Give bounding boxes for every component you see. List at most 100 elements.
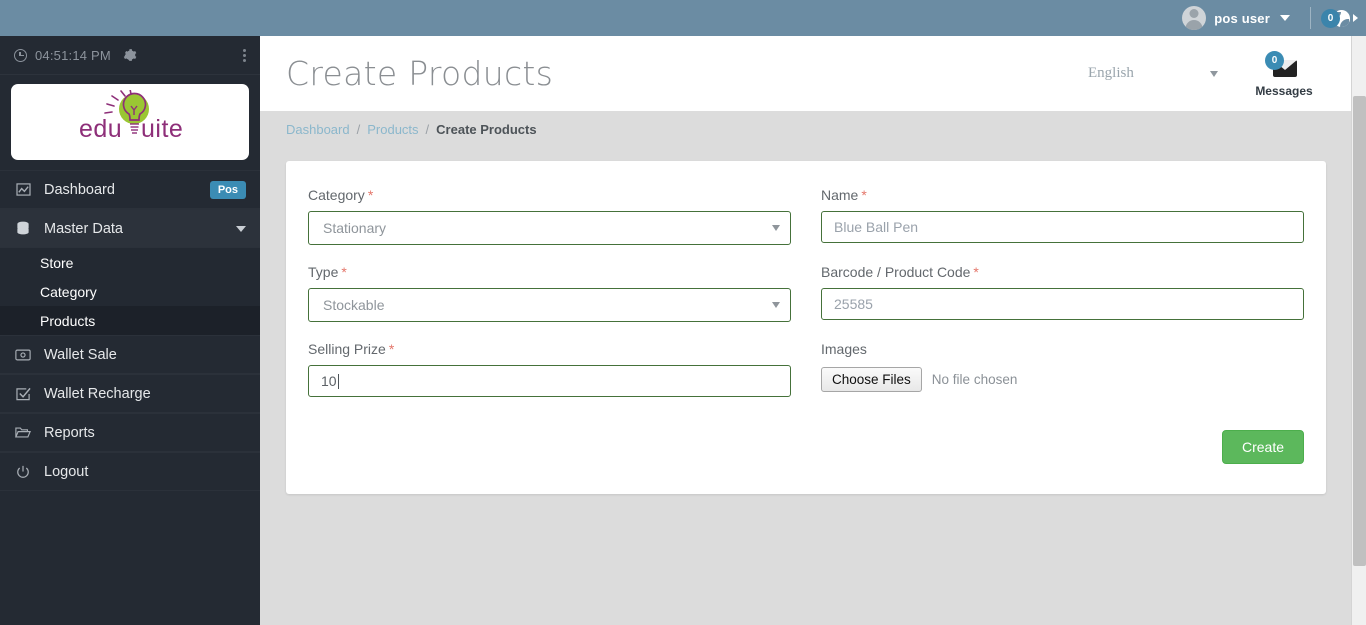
sidebar-item-label: Logout: [44, 463, 89, 480]
sidebar-subitem-store[interactable]: Store: [0, 248, 260, 277]
category-select[interactable]: Stationary: [308, 211, 791, 245]
user-menu[interactable]: pos user: [1176, 0, 1300, 36]
wallet-icon: [14, 349, 32, 361]
field-name: Name *: [821, 187, 1304, 245]
power-icon: [14, 465, 32, 479]
sidebar-subitem-label: Category: [40, 283, 97, 300]
sidebar-item-label: Dashboard: [44, 181, 115, 198]
caret-down-icon: [1210, 70, 1218, 77]
field-barcode: Barcode / Product Code *: [821, 264, 1304, 322]
caret-down-icon: [772, 225, 780, 231]
sidebar-item-label: Master Data: [44, 220, 123, 237]
sidebar-item-wallet-sale[interactable]: Wallet Sale: [0, 335, 260, 374]
gear-icon[interactable]: [123, 48, 137, 62]
sidebar-item-wallet-recharge[interactable]: Wallet Recharge: [0, 374, 260, 413]
svg-text:uite: uite: [141, 115, 183, 143]
page-header: Create Products English 0 Messages: [260, 36, 1358, 111]
logo-graphic: edu uite: [55, 88, 205, 154]
create-button[interactable]: Create: [1221, 430, 1304, 464]
globe-notifications[interactable]: 0: [1321, 8, 1366, 28]
type-value: Stockable: [323, 297, 385, 313]
breadcrumb-item-current: Create Products: [436, 121, 537, 137]
vertical-dots-icon[interactable]: [242, 48, 246, 62]
barcode-label: Barcode / Product Code *: [821, 264, 1304, 280]
check-square-icon: [14, 387, 32, 401]
sidebar-item-label: Reports: [44, 424, 95, 441]
chevron-down-icon[interactable]: [236, 225, 246, 232]
choose-files-button[interactable]: Choose Files: [821, 367, 922, 392]
text-cursor: [337, 373, 339, 389]
chevron-right-icon: [1353, 14, 1358, 22]
name-input[interactable]: [821, 211, 1304, 243]
globe-badge-count: 0: [1321, 8, 1340, 28]
divider: [1310, 7, 1311, 29]
sidebar-subitem-label: Products: [40, 312, 96, 329]
sidebar: 04:51:14 PM edu uite Dashboard Pos Maste…: [0, 36, 260, 625]
sidebar-subitem-category[interactable]: Category: [0, 277, 260, 306]
database-icon: [14, 221, 32, 236]
selling-prize-value: 10: [321, 373, 337, 389]
category-label: Category *: [308, 187, 791, 203]
breadcrumb-item-dashboard[interactable]: Dashboard: [286, 122, 350, 137]
sidebar-time: 04:51:14 PM: [35, 47, 111, 63]
form-actions: Create: [308, 416, 1304, 464]
header-actions: English 0 Messages: [1088, 49, 1332, 98]
selling-prize-label-text: Selling Prize: [308, 341, 386, 357]
file-input-row: Choose Files No file chosen: [821, 365, 1304, 392]
sidebar-subitem-label: Store: [40, 254, 74, 271]
sidebar-item-logout[interactable]: Logout: [0, 452, 260, 491]
sidebar-item-label: Wallet Recharge: [44, 385, 151, 402]
main-content: Create Products English 0 Messages Dashb…: [260, 36, 1358, 625]
language-value: English: [1088, 65, 1134, 81]
type-label: Type *: [308, 264, 791, 280]
sidebar-item-dashboard[interactable]: Dashboard Pos: [0, 170, 260, 209]
sidebar-nav: Dashboard Pos Master Data Store Category: [0, 170, 260, 491]
messages-badge-count: 0: [1265, 51, 1284, 70]
messages-icon-wrap: 0: [1261, 51, 1307, 83]
breadcrumb-separator: /: [356, 121, 361, 137]
breadcrumb-separator: /: [425, 121, 430, 137]
required-marker: *: [341, 264, 347, 280]
product-form: Category* Stationary Name* Type*: [308, 187, 1304, 416]
name-label: Name *: [821, 187, 1304, 203]
field-selling-prize: Selling Prize * 10: [308, 341, 791, 397]
breadcrumb-item-products[interactable]: Products: [367, 122, 418, 137]
required-marker: *: [861, 187, 867, 203]
svg-text:edu: edu: [79, 115, 122, 143]
messages-label: Messages: [1255, 84, 1313, 98]
scrollbar-thumb[interactable]: [1353, 96, 1366, 566]
required-marker: *: [367, 187, 374, 203]
page-title: Create Products: [286, 54, 554, 93]
category-label-text: Category: [308, 187, 365, 203]
field-images: Images Choose Files No file chosen: [821, 341, 1304, 397]
sidebar-item-reports[interactable]: Reports: [0, 413, 260, 452]
name-label-text: Name: [821, 187, 859, 203]
brand-logo[interactable]: edu uite: [11, 84, 249, 160]
pos-badge: Pos: [209, 180, 246, 199]
sidebar-item-label: Wallet Sale: [44, 346, 117, 363]
language-selector[interactable]: English: [1088, 65, 1218, 82]
sidebar-item-master-data[interactable]: Master Data: [0, 209, 260, 248]
top-bar: pos user 0: [0, 0, 1366, 36]
avatar: [1182, 6, 1207, 30]
chevron-down-icon[interactable]: [1280, 15, 1290, 21]
required-marker: *: [973, 264, 979, 280]
user-name: pos user: [1214, 10, 1270, 26]
images-label: Images: [821, 341, 867, 357]
vertical-scrollbar[interactable]: [1351, 36, 1366, 625]
messages-button[interactable]: 0 Messages: [1236, 49, 1332, 98]
clock-icon: [14, 48, 27, 62]
barcode-label-text: Barcode / Product Code: [821, 264, 971, 280]
chart-bars-icon: [14, 183, 32, 196]
sidebar-submenu-master-data: Store Category Products: [0, 248, 260, 335]
breadcrumb: Dashboard / Products / Create Products: [260, 111, 1358, 147]
barcode-input[interactable]: [821, 288, 1304, 320]
sidebar-subitem-products[interactable]: Products: [0, 306, 260, 335]
folder-icon: [14, 426, 32, 439]
field-type: Type * Stockable: [308, 264, 791, 322]
caret-down-icon: [772, 302, 780, 308]
type-select[interactable]: Stockable: [308, 288, 791, 322]
selling-prize-input[interactable]: 10: [308, 365, 791, 397]
selling-prize-label: Selling Prize *: [308, 341, 791, 357]
sidebar-clock-row: 04:51:14 PM: [0, 36, 260, 75]
